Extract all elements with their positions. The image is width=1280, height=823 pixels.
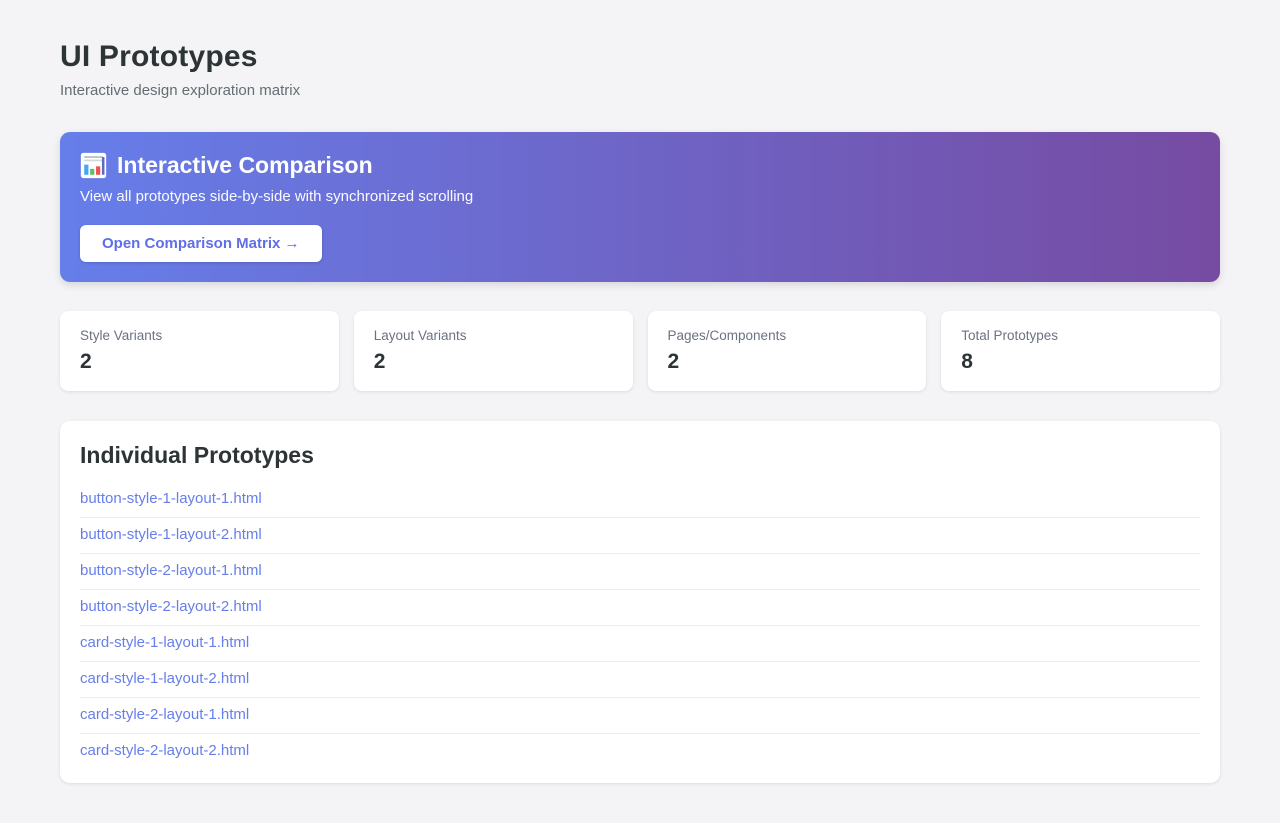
comparison-banner: Interactive Comparison View all prototyp…: [60, 132, 1220, 282]
prototype-link[interactable]: button-style-2-layout-2.html: [80, 598, 262, 615]
list-item: button-style-2-layout-2.html: [80, 590, 1200, 626]
list-item: button-style-1-layout-2.html: [80, 518, 1200, 554]
list-item: card-style-1-layout-1.html: [80, 626, 1200, 662]
stat-label: Layout Variants: [374, 328, 613, 343]
prototype-list: button-style-1-layout-1.html button-styl…: [80, 482, 1200, 769]
stat-value: 8: [961, 350, 1200, 374]
prototype-link[interactable]: card-style-2-layout-1.html: [80, 706, 249, 723]
stat-card: Total Prototypes 8: [941, 311, 1220, 391]
list-item: card-style-1-layout-2.html: [80, 662, 1200, 698]
list-item: card-style-2-layout-2.html: [80, 734, 1200, 769]
list-item: card-style-2-layout-1.html: [80, 698, 1200, 734]
stat-value: 2: [668, 350, 907, 374]
stat-label: Total Prototypes: [961, 328, 1200, 343]
banner-description: View all prototypes side-by-side with sy…: [80, 188, 1196, 205]
individual-prototypes-card: Individual Prototypes button-style-1-lay…: [60, 421, 1220, 783]
prototype-link[interactable]: card-style-2-layout-2.html: [80, 742, 249, 759]
stat-value: 2: [374, 350, 613, 374]
page-subtitle: Interactive design exploration matrix: [60, 82, 1220, 99]
stat-card: Style Variants 2: [60, 311, 339, 391]
prototype-link[interactable]: card-style-1-layout-1.html: [80, 634, 249, 651]
stats-grid: Style Variants 2 Layout Variants 2 Pages…: [60, 311, 1220, 391]
stat-card: Pages/Components 2: [648, 311, 927, 391]
stat-label: Style Variants: [80, 328, 319, 343]
list-item: button-style-2-layout-1.html: [80, 554, 1200, 590]
prototype-link[interactable]: card-style-1-layout-2.html: [80, 670, 249, 687]
open-comparison-matrix-button[interactable]: Open Comparison Matrix →: [80, 225, 322, 262]
prototype-link[interactable]: button-style-1-layout-1.html: [80, 490, 262, 507]
page-title: UI Prototypes: [60, 40, 1220, 74]
bar-chart-icon: [80, 152, 107, 179]
stat-card: Layout Variants 2: [354, 311, 633, 391]
stat-value: 2: [80, 350, 319, 374]
stat-label: Pages/Components: [668, 328, 907, 343]
banner-title-text: Interactive Comparison: [117, 152, 373, 179]
page-container: UI Prototypes Interactive design explora…: [60, 0, 1220, 823]
banner-title: Interactive Comparison: [80, 152, 1196, 179]
prototype-link[interactable]: button-style-1-layout-2.html: [80, 526, 262, 543]
list-item: button-style-1-layout-1.html: [80, 482, 1200, 518]
individual-prototypes-heading: Individual Prototypes: [80, 442, 1200, 469]
prototype-link[interactable]: button-style-2-layout-1.html: [80, 562, 262, 579]
